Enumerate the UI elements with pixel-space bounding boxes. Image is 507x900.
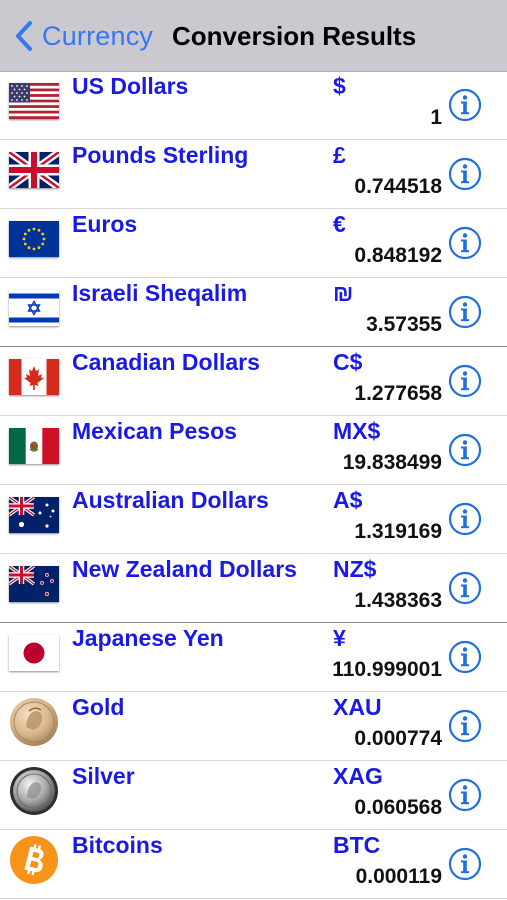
currency-row-japanese-yen[interactable]: Japanese Yen ¥ 110.999001 bbox=[0, 623, 507, 692]
currency-symbol: ¥ bbox=[333, 625, 346, 651]
info-icon[interactable] bbox=[448, 502, 482, 536]
currency-symbol: $ bbox=[333, 73, 346, 99]
currency-symbol: NZ$ bbox=[333, 556, 377, 582]
currency-row-australian-dollars[interactable]: Australian Dollars A$ 1.319169 bbox=[0, 485, 507, 554]
currency-row-silver[interactable]: Silver XAG 0.060568 bbox=[0, 761, 507, 830]
currency-value: 1.319169 bbox=[354, 520, 442, 543]
currency-symbol: A$ bbox=[333, 487, 363, 513]
canada-flag-icon bbox=[9, 359, 59, 395]
currency-name: Silver bbox=[72, 763, 135, 789]
info-icon[interactable] bbox=[448, 295, 482, 329]
new-zealand-flag-icon bbox=[9, 566, 59, 602]
page-title: Conversion Results bbox=[172, 21, 417, 51]
currency-symbol: € bbox=[333, 211, 346, 237]
currency-name: Australian Dollars bbox=[72, 487, 269, 513]
silver-coin-icon bbox=[9, 766, 59, 816]
gold-coin-icon bbox=[9, 697, 59, 747]
navigation-bar: Currency Conversion Results bbox=[0, 0, 507, 72]
currency-value: 1.277658 bbox=[354, 382, 442, 405]
israel-flag-icon bbox=[9, 290, 59, 326]
bitcoin-icon bbox=[9, 835, 59, 885]
info-icon[interactable] bbox=[448, 364, 482, 398]
currency-row-bitcoins[interactable]: Bitcoins BTC 0.000119 bbox=[0, 830, 507, 899]
eu-flag-icon bbox=[9, 221, 59, 257]
currency-symbol: MX$ bbox=[333, 418, 381, 444]
info-icon[interactable] bbox=[448, 847, 482, 881]
chevron-left-icon bbox=[16, 21, 32, 51]
uk-flag-icon bbox=[9, 152, 59, 188]
currency-name: New Zealand Dollars bbox=[72, 556, 297, 582]
currency-row-euros[interactable]: Euros € 0.848192 bbox=[0, 209, 507, 278]
info-icon[interactable] bbox=[448, 778, 482, 812]
japan-flag-icon bbox=[9, 635, 59, 671]
currency-row-canadian-dollars[interactable]: Canadian Dollars C$ 1.277658 bbox=[0, 347, 507, 416]
currency-name: Pounds Sterling bbox=[72, 142, 249, 168]
currency-row-us-dollars[interactable]: US Dollars $ 1 bbox=[0, 71, 507, 140]
currency-symbol: C$ bbox=[333, 349, 363, 375]
currency-name: US Dollars bbox=[72, 73, 189, 99]
info-icon[interactable] bbox=[448, 88, 482, 122]
currency-row-israeli-sheqalim[interactable]: Israeli Sheqalim ₪ 3.57355 bbox=[0, 278, 507, 347]
currency-value: 0.000774 bbox=[354, 727, 442, 750]
back-button-label[interactable]: Currency bbox=[42, 21, 153, 52]
currency-value: 1 bbox=[430, 106, 442, 129]
conversion-results-list: US Dollars $ 1 Pounds Sterling £ 0.74451… bbox=[0, 71, 507, 899]
currency-value: 0.000119 bbox=[355, 865, 442, 888]
currency-symbol: BTC bbox=[333, 832, 381, 858]
info-icon[interactable] bbox=[448, 226, 482, 260]
back-button[interactable]: Currency bbox=[12, 18, 153, 54]
info-icon[interactable] bbox=[448, 433, 482, 467]
info-icon[interactable] bbox=[448, 571, 482, 605]
us-flag-icon bbox=[9, 83, 59, 119]
currency-name: Gold bbox=[72, 694, 125, 720]
currency-name: Israeli Sheqalim bbox=[72, 280, 248, 306]
info-icon[interactable] bbox=[448, 709, 482, 743]
currency-value: 110.999001 bbox=[332, 658, 442, 681]
currency-value: 0.848192 bbox=[354, 244, 442, 267]
currency-value: 3.57355 bbox=[366, 313, 442, 336]
currency-symbol: ₪ bbox=[333, 280, 354, 306]
currency-name: Japanese Yen bbox=[72, 625, 224, 651]
currency-row-pounds-sterling[interactable]: Pounds Sterling £ 0.744518 bbox=[0, 140, 507, 209]
currency-row-mexican-pesos[interactable]: Mexican Pesos MX$ 19.838499 bbox=[0, 416, 507, 485]
info-icon[interactable] bbox=[448, 157, 482, 191]
currency-symbol: XAG bbox=[333, 763, 383, 789]
currency-name: Bitcoins bbox=[72, 832, 163, 858]
currency-row-new-zealand-dollars[interactable]: New Zealand Dollars NZ$ 1.438363 bbox=[0, 554, 507, 623]
currency-name: Euros bbox=[72, 211, 138, 237]
currency-value: 0.060568 bbox=[354, 796, 442, 819]
currency-value: 19.838499 bbox=[342, 451, 442, 474]
australia-flag-icon bbox=[9, 497, 59, 533]
currency-symbol: £ bbox=[333, 142, 346, 168]
currency-value: 1.438363 bbox=[354, 589, 442, 612]
currency-name: Canadian Dollars bbox=[72, 349, 260, 375]
currency-name: Mexican Pesos bbox=[72, 418, 237, 444]
info-icon[interactable] bbox=[448, 640, 482, 674]
currency-value: 0.744518 bbox=[354, 175, 442, 198]
currency-symbol: XAU bbox=[333, 694, 382, 720]
currency-row-gold[interactable]: Gold XAU 0.000774 bbox=[0, 692, 507, 761]
mexico-flag-icon bbox=[9, 428, 59, 464]
